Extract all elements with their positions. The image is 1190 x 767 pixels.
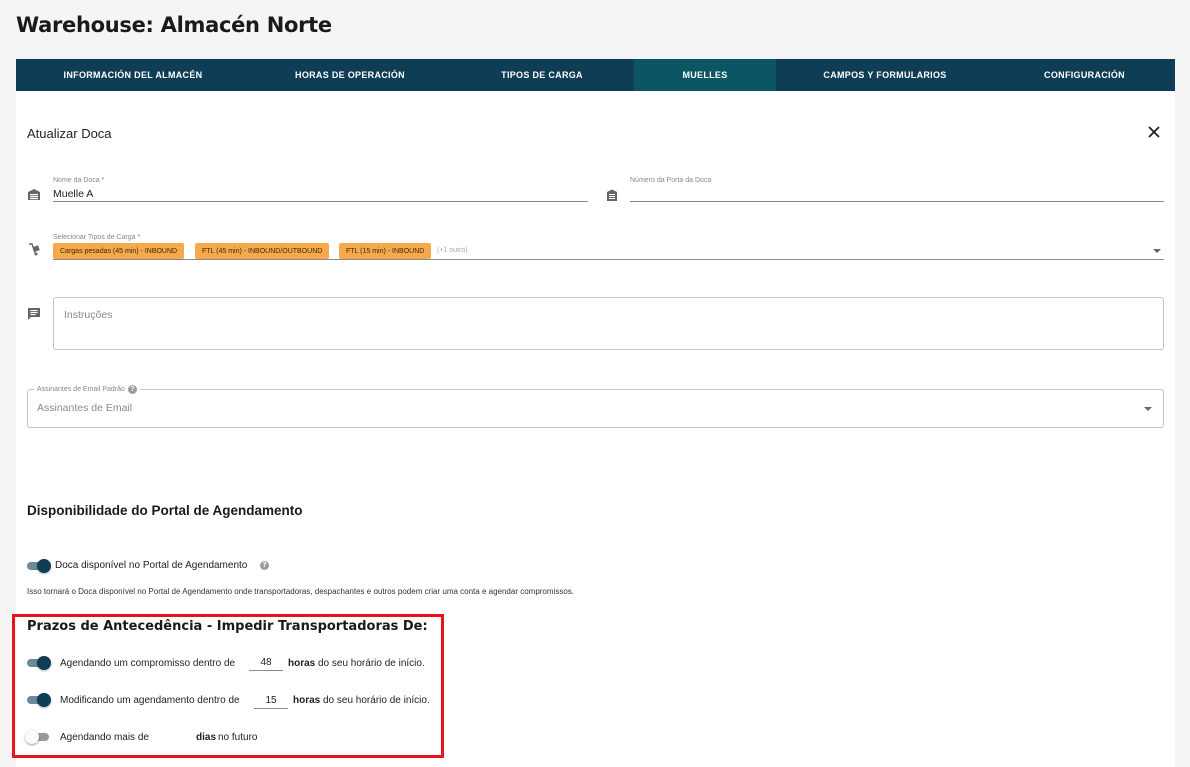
load-types-underline[interactable] bbox=[53, 259, 1164, 260]
help-icon[interactable]: ? bbox=[260, 561, 269, 570]
page-title: Warehouse: Almacén Norte bbox=[16, 13, 332, 37]
dock-name-input[interactable]: Muelle A bbox=[53, 188, 93, 200]
availability-title: Disponibilidade do Portal de Agendamento bbox=[27, 503, 303, 518]
instructions-placeholder: Instruções bbox=[64, 309, 113, 321]
toggle-thumb bbox=[37, 559, 51, 573]
help-icon[interactable]: ? bbox=[127, 385, 137, 394]
load-types-more: (+1 outro) bbox=[437, 247, 468, 254]
close-icon[interactable] bbox=[1146, 124, 1162, 140]
portal-availability-toggle[interactable] bbox=[25, 559, 51, 573]
load-type-chip[interactable]: FTL (15 min) - INBOUND bbox=[339, 243, 432, 259]
comment-icon bbox=[28, 308, 40, 320]
door-number-label: Número da Porta da Doca bbox=[630, 177, 712, 184]
door-number-underline bbox=[630, 201, 1164, 202]
portal-availability-description: Isso tornará o Doca disponível no Portal… bbox=[27, 587, 574, 596]
portal-availability-label: Doca disponível no Portal de Agendamento bbox=[55, 560, 248, 571]
tab-settings[interactable]: CONFIGURACIÓN bbox=[994, 59, 1175, 91]
highlight-box bbox=[12, 614, 444, 758]
email-subscribers-select[interactable] bbox=[27, 389, 1164, 428]
garage-door-icon bbox=[607, 189, 617, 201]
tab-docks[interactable]: MUELLES bbox=[634, 59, 776, 91]
tab-operating-hours[interactable]: HORAS DE OPERACIÓN bbox=[250, 59, 450, 91]
load-type-chip[interactable]: Cargas pesadas (45 min) - INBOUND bbox=[53, 243, 185, 259]
dock-name-label: Nome da Doca * bbox=[53, 177, 105, 184]
load-types-label: Selecionar Tipos de Carga * bbox=[53, 234, 141, 241]
tab-warehouse-info[interactable]: INFORMACIÓN DEL ALMACÉN bbox=[16, 59, 250, 91]
email-subscribers-label: Assinantes de Email Padrão bbox=[37, 386, 125, 393]
dock-name-underline bbox=[53, 201, 588, 202]
tab-fields-forms[interactable]: CAMPOS Y FORMULARIOS bbox=[776, 59, 994, 91]
chevron-down-icon[interactable] bbox=[1144, 407, 1152, 411]
tab-bar: INFORMACIÓN DEL ALMACÉN HORAS DE OPERACI… bbox=[16, 59, 1175, 91]
warehouse-icon bbox=[28, 189, 40, 200]
tab-load-types[interactable]: TIPOS DE CARGA bbox=[450, 59, 634, 91]
load-type-chip[interactable]: FTL (45 min) - INBOUND/OUTBOUND bbox=[195, 243, 330, 259]
dialog-title: Atualizar Doca bbox=[27, 126, 112, 141]
dolly-icon bbox=[29, 243, 40, 256]
email-subscribers-placeholder: Assinantes de Email bbox=[37, 402, 133, 414]
email-subscribers-legend: Assinantes de Email Padrão ? bbox=[34, 385, 140, 394]
instructions-textarea[interactable] bbox=[53, 297, 1164, 350]
chevron-down-icon[interactable] bbox=[1153, 249, 1161, 253]
